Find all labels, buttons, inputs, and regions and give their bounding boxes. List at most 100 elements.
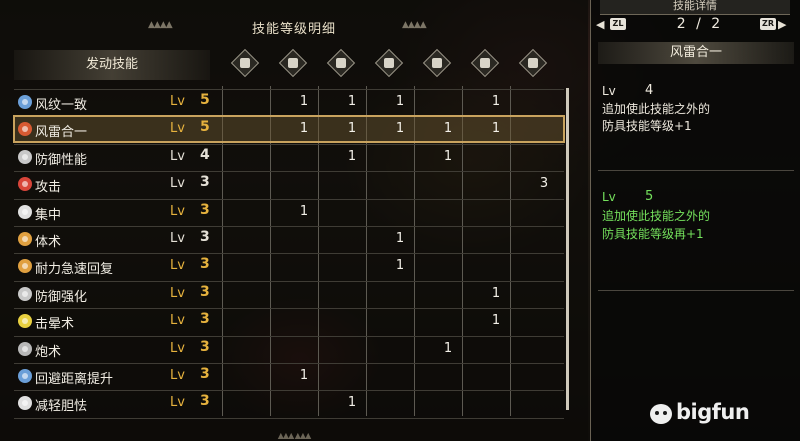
level-description-line2: 防具技能等级再+1 [602,227,704,241]
active-skills-header: 发动技能 [14,50,210,80]
skill-level: 3 [200,229,210,245]
skill-name: 减轻胆怯 [35,399,88,414]
equipment-skill-points: 1 [443,121,453,136]
bigfun-logo-icon [650,404,672,424]
skill-level: 3 [200,311,210,327]
watermark: bigfun [676,400,750,424]
skill-gem-icon [18,232,32,246]
waist-icon [422,48,452,78]
skill-level: 5 [200,119,210,135]
skill-name: 攻击 [35,180,62,195]
skill-name: 防御性能 [35,153,88,168]
skill-row[interactable]: 回避距离提升 Lv 3 1 [14,363,564,389]
skill-name: 风雷合一 [35,125,88,140]
level-label: Lv [170,368,185,383]
skill-level: 3 [200,256,210,272]
skill-row[interactable]: 减轻胆怯 Lv 3 1 [14,390,564,416]
talisman-icon [518,48,548,78]
skill-level: 3 [200,284,210,300]
skill-gem-icon [18,122,32,136]
skill-row[interactable]: 风纹一致 Lv 5 1 1 1 1 [14,89,564,115]
skill-gem-icon [18,396,32,410]
scrollbar[interactable] [566,88,569,410]
skill-row[interactable]: 集中 Lv 3 1 [14,199,564,225]
equipment-skill-points: 1 [443,341,453,356]
skill-level: 3 [200,393,210,409]
skill-gem-icon [18,177,32,191]
row-divider [14,418,564,419]
level-label: Lv [170,231,185,246]
level-number: 4 [645,83,654,98]
helmet-icon [278,48,308,78]
skill-row[interactable]: 击晕术 Lv 3 1 [14,308,564,334]
skill-row[interactable]: 防御性能 Lv 4 1 1 [14,144,564,170]
equipment-skill-points: 1 [395,258,405,273]
level-label: Lv [170,341,185,356]
level-label: Lv [170,313,185,328]
level-label: Lv [170,395,185,410]
page-indicator: 2 / 2 [676,16,724,32]
skill-row[interactable]: 炮术 Lv 3 1 [14,336,564,362]
equipment-skill-points: 1 [491,313,501,328]
level-label: Lv [170,94,185,109]
skill-level: 3 [200,339,210,355]
skill-name: 体术 [35,235,62,250]
skill-name: 防御强化 [35,290,88,305]
equipment-skill-points: 1 [395,231,405,246]
equipment-skill-points: 1 [347,121,357,136]
zl-button[interactable]: ZL [610,18,626,30]
level-label: Lv [602,190,616,204]
skill-gem-icon [18,314,32,328]
side-panel-header: 技能详情 [600,0,790,15]
skill-gem-icon [18,287,32,301]
equipment-skill-points: 1 [299,204,309,219]
equipment-skill-points: 1 [299,368,309,383]
legs-icon [470,48,500,78]
skill-gem-icon [18,95,32,109]
prev-page-arrow-icon[interactable]: ◀ [596,18,604,31]
skill-row[interactable]: 防御强化 Lv 3 1 [14,281,564,307]
divider [598,170,794,171]
level-label: Lv [170,149,185,164]
equipment-skill-points: 1 [443,149,453,164]
weapon-icon [230,48,260,78]
equipment-skill-points: 1 [491,94,501,109]
level-description-line1: 追加使此技能之外的 [602,209,711,223]
level-label: Lv [170,258,185,273]
equipment-skill-points: 1 [299,121,309,136]
skill-level: 3 [200,366,210,382]
equipment-skill-points: 1 [347,94,357,109]
bottom-decoration: ▲▲▲ ▲▲▲ [277,431,311,440]
skill-row[interactable]: 体术 Lv 3 1 [14,226,564,252]
skill-gem-icon [18,369,32,383]
equipment-skill-points: 1 [395,94,405,109]
page-title: 技能等级明细 [251,22,336,37]
chest-icon [326,48,356,78]
skill-level: 3 [200,202,210,218]
skill-row[interactable]: 风雷合一 Lv 5 1 1 1 1 1 [13,115,565,143]
selected-skill-name: 风雷合一 [598,42,794,64]
level-description-line2: 防具技能等级+1 [602,119,692,133]
skill-name: 风纹一致 [35,98,88,113]
equipment-skill-points: 1 [347,149,357,164]
zr-button[interactable]: ZR [760,18,776,30]
skill-name: 耐力急速回复 [35,262,114,277]
skill-gem-icon [18,150,32,164]
skill-name: 击晕术 [35,317,75,332]
level-label: Lv [170,176,185,191]
next-page-arrow-icon[interactable]: ▶ [778,18,786,31]
equipment-skill-points: 1 [395,121,405,136]
equipment-skill-points: 1 [299,94,309,109]
equipment-skill-points: 1 [347,395,357,410]
level-label: Lv [170,286,185,301]
skill-row[interactable]: 耐力急速回复 Lv 3 1 [14,253,564,279]
skill-gem-icon [18,259,32,273]
skill-row[interactable]: 攻击 Lv 3 3 [14,171,564,197]
skill-gem-icon [18,205,32,219]
arms-icon [374,48,404,78]
level-label: Lv [170,204,185,219]
skill-level: 4 [200,147,210,163]
skill-gem-icon [18,342,32,356]
equipment-skill-points: 1 [491,121,501,136]
divider [598,290,794,291]
